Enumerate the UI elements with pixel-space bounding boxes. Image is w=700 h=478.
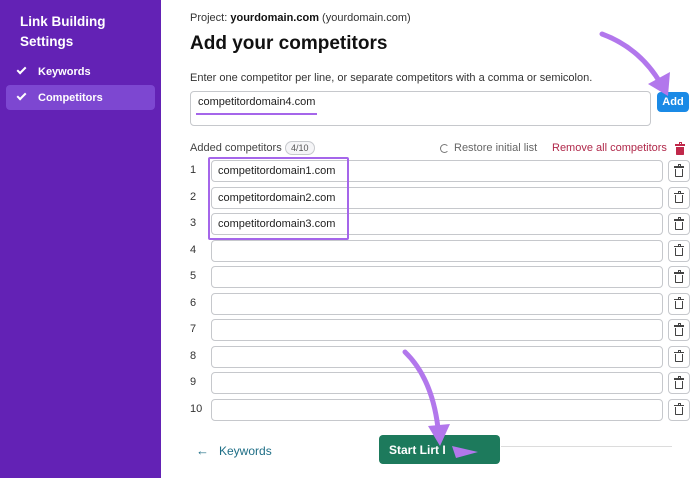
trash-icon	[674, 217, 684, 230]
competitor-row: 6	[190, 292, 696, 315]
row-number: 8	[190, 349, 197, 362]
divider	[501, 446, 672, 447]
delete-button[interactable]	[668, 319, 690, 341]
added-competitors-header: Added competitors 4/10 Restore initial l…	[190, 140, 695, 156]
competitor-row: 10	[190, 398, 696, 421]
sidebar-item-keywords[interactable]: Keywords	[6, 59, 155, 84]
trash-icon	[674, 270, 684, 283]
arrow-left-icon: ←	[196, 443, 209, 458]
trash-icon	[674, 323, 684, 336]
delete-button[interactable]	[668, 213, 690, 235]
trash-icon	[674, 296, 684, 309]
row-number: 6	[190, 296, 197, 309]
highlight-underline	[196, 113, 317, 115]
competitor-row: 5	[190, 266, 696, 288]
competitor-field[interactable]	[211, 372, 663, 394]
sidebar-title: Link Building Settings	[20, 14, 106, 49]
competitor-field[interactable]	[211, 239, 663, 262]
check-icon	[16, 64, 27, 75]
delete-button[interactable]	[668, 292, 690, 315]
back-label: Keywords	[219, 443, 272, 458]
competitor-row: 8	[190, 345, 696, 368]
start-button[interactable]: Start Lirt I	[379, 435, 500, 464]
competitor-field[interactable]	[211, 319, 663, 341]
row-number: 1	[190, 164, 197, 176]
delete-button[interactable]	[668, 160, 690, 182]
competitor-field[interactable]	[211, 266, 663, 288]
add-button[interactable]: Add	[657, 92, 689, 112]
trash-icon	[674, 402, 684, 415]
project-info: Project: yourdomain.com (yourdomain.com)	[190, 12, 411, 24]
row-number: 9	[190, 376, 197, 388]
row-number: 7	[190, 323, 197, 335]
remove-all-trash-icon[interactable]	[675, 141, 685, 159]
row-number: 10	[190, 402, 203, 415]
competitor-row: 4	[190, 239, 696, 262]
delete-button[interactable]	[668, 186, 690, 209]
back-keywords-link[interactable]: ← Keywords	[196, 443, 272, 458]
delete-button[interactable]	[668, 266, 690, 288]
instructions-text: Enter one competitor per line, or separa…	[190, 72, 593, 84]
competitor-row: 7	[190, 319, 696, 341]
main-content: Project: yourdomain.com (yourdomain.com)…	[161, 0, 700, 478]
start-button-label: Start Lirt I	[389, 442, 446, 457]
trash-icon	[674, 376, 684, 389]
added-competitors-label: Added competitors	[190, 142, 282, 154]
restore-icon	[440, 143, 449, 153]
sidebar-item-label: Competitors	[38, 91, 103, 104]
row-number: 2	[190, 190, 197, 203]
delete-button[interactable]	[668, 372, 690, 394]
project-domain: yourdomain.com	[230, 12, 319, 24]
check-icon	[16, 90, 27, 101]
trash-icon	[674, 349, 684, 362]
count-badge: 4/10	[285, 141, 315, 155]
row-number: 4	[190, 243, 197, 256]
sidebar-item-competitors[interactable]: Competitors	[6, 85, 155, 110]
trash-icon	[674, 190, 684, 203]
delete-button[interactable]	[668, 398, 690, 421]
competitor-input[interactable]: competitordomain4.com	[190, 91, 651, 126]
competitor-input-value: competitordomain4.com	[198, 96, 316, 108]
competitor-row: 9	[190, 372, 696, 394]
remove-all-link[interactable]: Remove all competitors	[552, 142, 667, 154]
competitor-field[interactable]	[211, 398, 663, 421]
restore-label: Restore initial list	[454, 142, 538, 154]
row-number: 5	[190, 270, 197, 282]
project-prefix: Project:	[190, 12, 228, 24]
project-suffix: (yourdomain.com)	[322, 12, 411, 24]
trash-icon	[674, 243, 684, 256]
trash-icon	[674, 164, 684, 177]
row-number: 3	[190, 217, 197, 229]
competitor-field[interactable]	[211, 292, 663, 315]
delete-button[interactable]	[668, 345, 690, 368]
delete-button[interactable]	[668, 239, 690, 262]
sidebar: Link Building Settings Keywords Competit…	[0, 0, 161, 478]
competitor-field[interactable]	[211, 345, 663, 368]
restore-link[interactable]: Restore initial list	[440, 142, 537, 154]
page-title: Add your competitors	[190, 33, 388, 54]
sidebar-item-label: Keywords	[38, 65, 91, 78]
highlight-box	[208, 157, 349, 240]
